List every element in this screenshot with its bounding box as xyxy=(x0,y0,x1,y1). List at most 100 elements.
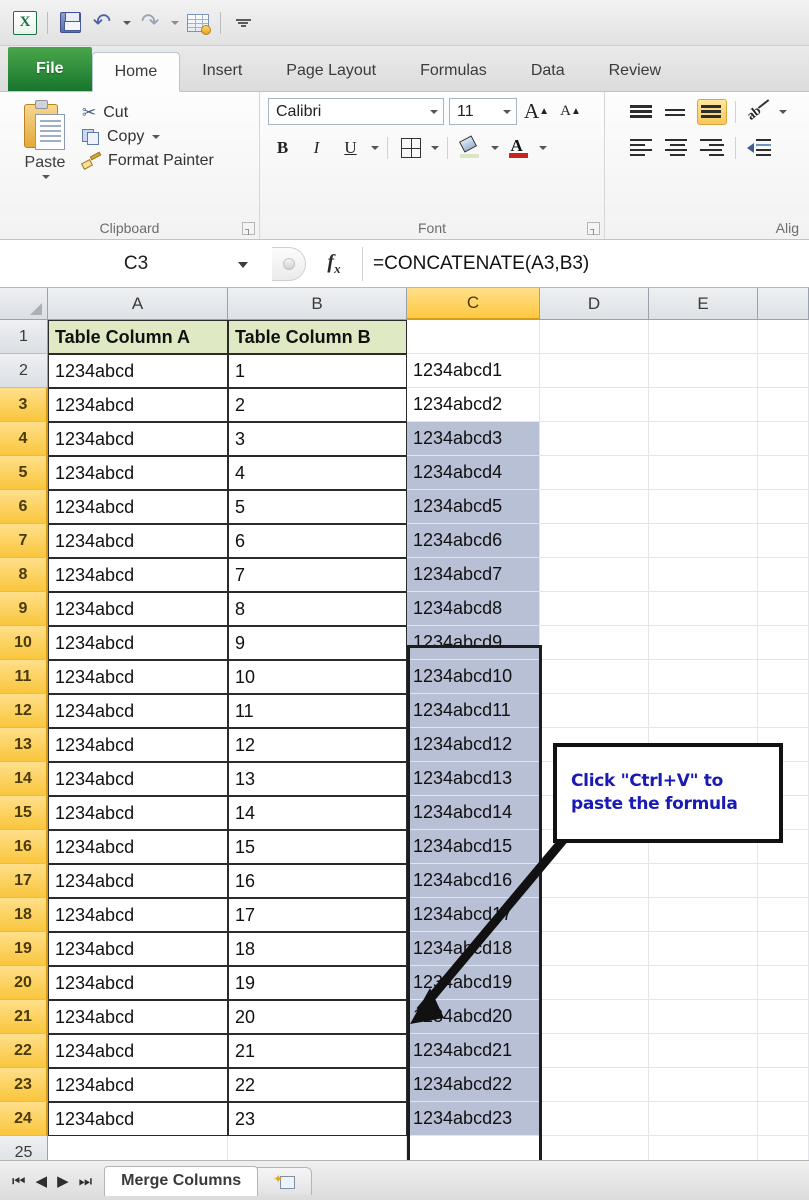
clipboard-dialog-launcher[interactable]: ┐ xyxy=(242,222,255,235)
cell-F24[interactable] xyxy=(758,1102,809,1136)
cell-F20[interactable] xyxy=(758,966,809,1000)
cell-F23[interactable] xyxy=(758,1068,809,1102)
cell-A18[interactable]: 1234abcd xyxy=(48,898,228,932)
name-box-chevron-down-icon[interactable] xyxy=(238,261,248,268)
cell-B14[interactable]: 13 xyxy=(228,762,407,796)
cell-E24[interactable] xyxy=(649,1102,758,1136)
cell-D9[interactable] xyxy=(540,592,649,626)
font-dialog-launcher[interactable]: ┐ xyxy=(587,222,600,235)
cell-F22[interactable] xyxy=(758,1034,809,1068)
cell-F3[interactable] xyxy=(758,388,809,422)
cell-A10[interactable]: 1234abcd xyxy=(48,626,228,660)
cell-B23[interactable]: 22 xyxy=(228,1068,407,1102)
center-button[interactable] xyxy=(662,135,692,161)
cell-A22[interactable]: 1234abcd xyxy=(48,1034,228,1068)
cell-C14[interactable]: 1234abcd13 xyxy=(407,762,540,796)
orientation-button[interactable]: ab xyxy=(743,98,773,125)
cell-B15[interactable]: 14 xyxy=(228,796,407,830)
cell-A16[interactable]: 1234abcd xyxy=(48,830,228,864)
cell-C8[interactable]: 1234abcd7 xyxy=(407,558,540,592)
cell-D7[interactable] xyxy=(540,524,649,558)
cell-D11[interactable] xyxy=(540,660,649,694)
excel-logo-icon[interactable]: X xyxy=(10,8,40,38)
top-align-button[interactable] xyxy=(627,99,657,125)
row-header-25[interactable]: 25 xyxy=(0,1136,48,1160)
cell-A8[interactable]: 1234abcd xyxy=(48,558,228,592)
column-header-a[interactable]: A xyxy=(48,288,228,320)
cell-E10[interactable] xyxy=(649,626,758,660)
row-header-9[interactable]: 9 xyxy=(0,592,48,626)
cell-E8[interactable] xyxy=(649,558,758,592)
tab-home[interactable]: Home xyxy=(91,52,181,92)
tab-file[interactable]: File xyxy=(8,47,92,91)
cell-A25[interactable] xyxy=(48,1136,228,1160)
cell-D20[interactable] xyxy=(540,966,649,1000)
cell-E18[interactable] xyxy=(649,898,758,932)
name-box[interactable]: C3 xyxy=(0,240,272,287)
cell-A17[interactable]: 1234abcd xyxy=(48,864,228,898)
cell-B6[interactable]: 5 xyxy=(228,490,407,524)
cell-F10[interactable] xyxy=(758,626,809,660)
quick-print-table-icon[interactable] xyxy=(183,8,213,38)
cell-F7[interactable] xyxy=(758,524,809,558)
prev-sheet-icon[interactable]: ◀ xyxy=(36,1172,48,1190)
next-sheet-icon[interactable]: ▶ xyxy=(57,1172,69,1190)
fill-color-button[interactable] xyxy=(456,134,485,161)
cell-E7[interactable] xyxy=(649,524,758,558)
cell-C15[interactable]: 1234abcd14 xyxy=(407,796,540,830)
column-header-e[interactable]: E xyxy=(649,288,758,320)
undo-dropdown-icon[interactable] xyxy=(119,8,133,38)
cell-D25[interactable] xyxy=(540,1136,649,1160)
middle-align-button[interactable] xyxy=(662,99,692,125)
paste-button[interactable]: Paste xyxy=(8,98,82,179)
cell-C1[interactable] xyxy=(407,320,540,354)
cell-B21[interactable]: 20 xyxy=(228,1000,407,1034)
undo-icon[interactable]: ↶ xyxy=(87,8,117,38)
cell-A7[interactable]: 1234abcd xyxy=(48,524,228,558)
cell-A20[interactable]: 1234abcd xyxy=(48,966,228,1000)
formula-bar-expand-handle[interactable] xyxy=(272,246,306,281)
cell-C18[interactable]: 1234abcd17 xyxy=(407,898,540,932)
cell-E6[interactable] xyxy=(649,490,758,524)
underline-chevron-down-icon[interactable] xyxy=(371,145,379,150)
cell-B8[interactable]: 7 xyxy=(228,558,407,592)
row-header-22[interactable]: 22 xyxy=(0,1034,48,1068)
redo-dropdown-icon[interactable] xyxy=(167,8,181,38)
cell-C12[interactable]: 1234abcd11 xyxy=(407,694,540,728)
cell-E2[interactable] xyxy=(649,354,758,388)
cell-E4[interactable] xyxy=(649,422,758,456)
customize-toolbar-icon[interactable] xyxy=(228,8,258,38)
cell-D19[interactable] xyxy=(540,932,649,966)
tab-formulas[interactable]: Formulas xyxy=(398,51,509,91)
fill-color-chevron-down-icon[interactable] xyxy=(491,145,499,150)
cell-B17[interactable]: 16 xyxy=(228,864,407,898)
cell-D8[interactable] xyxy=(540,558,649,592)
cut-button[interactable]: ✂ Cut xyxy=(82,104,214,122)
row-header-10[interactable]: 10 xyxy=(0,626,48,660)
cell-E3[interactable] xyxy=(649,388,758,422)
cell-C4[interactable]: 1234abcd3 xyxy=(407,422,540,456)
align-left-button[interactable] xyxy=(627,135,657,161)
cell-C5[interactable]: 1234abcd4 xyxy=(407,456,540,490)
cell-E22[interactable] xyxy=(649,1034,758,1068)
cell-A15[interactable]: 1234abcd xyxy=(48,796,228,830)
cell-A6[interactable]: 1234abcd xyxy=(48,490,228,524)
row-header-11[interactable]: 11 xyxy=(0,660,48,694)
cell-C13[interactable]: 1234abcd12 xyxy=(407,728,540,762)
cell-C19[interactable]: 1234abcd18 xyxy=(407,932,540,966)
cell-A4[interactable]: 1234abcd xyxy=(48,422,228,456)
shrink-font-button[interactable]: A ▲ xyxy=(556,98,585,125)
row-header-14[interactable]: 14 xyxy=(0,762,48,796)
cell-D24[interactable] xyxy=(540,1102,649,1136)
font-name-chevron-down-icon[interactable] xyxy=(430,109,438,114)
cell-F6[interactable] xyxy=(758,490,809,524)
cell-A12[interactable]: 1234abcd xyxy=(48,694,228,728)
cell-E20[interactable] xyxy=(649,966,758,1000)
column-header-f[interactable] xyxy=(758,288,809,320)
cell-F19[interactable] xyxy=(758,932,809,966)
cell-A5[interactable]: 1234abcd xyxy=(48,456,228,490)
cell-B11[interactable]: 10 xyxy=(228,660,407,694)
insert-worksheet-button[interactable]: ✦ xyxy=(256,1166,313,1195)
cell-C2[interactable]: 1234abcd1 xyxy=(407,354,540,388)
underline-button[interactable]: U xyxy=(336,134,365,161)
